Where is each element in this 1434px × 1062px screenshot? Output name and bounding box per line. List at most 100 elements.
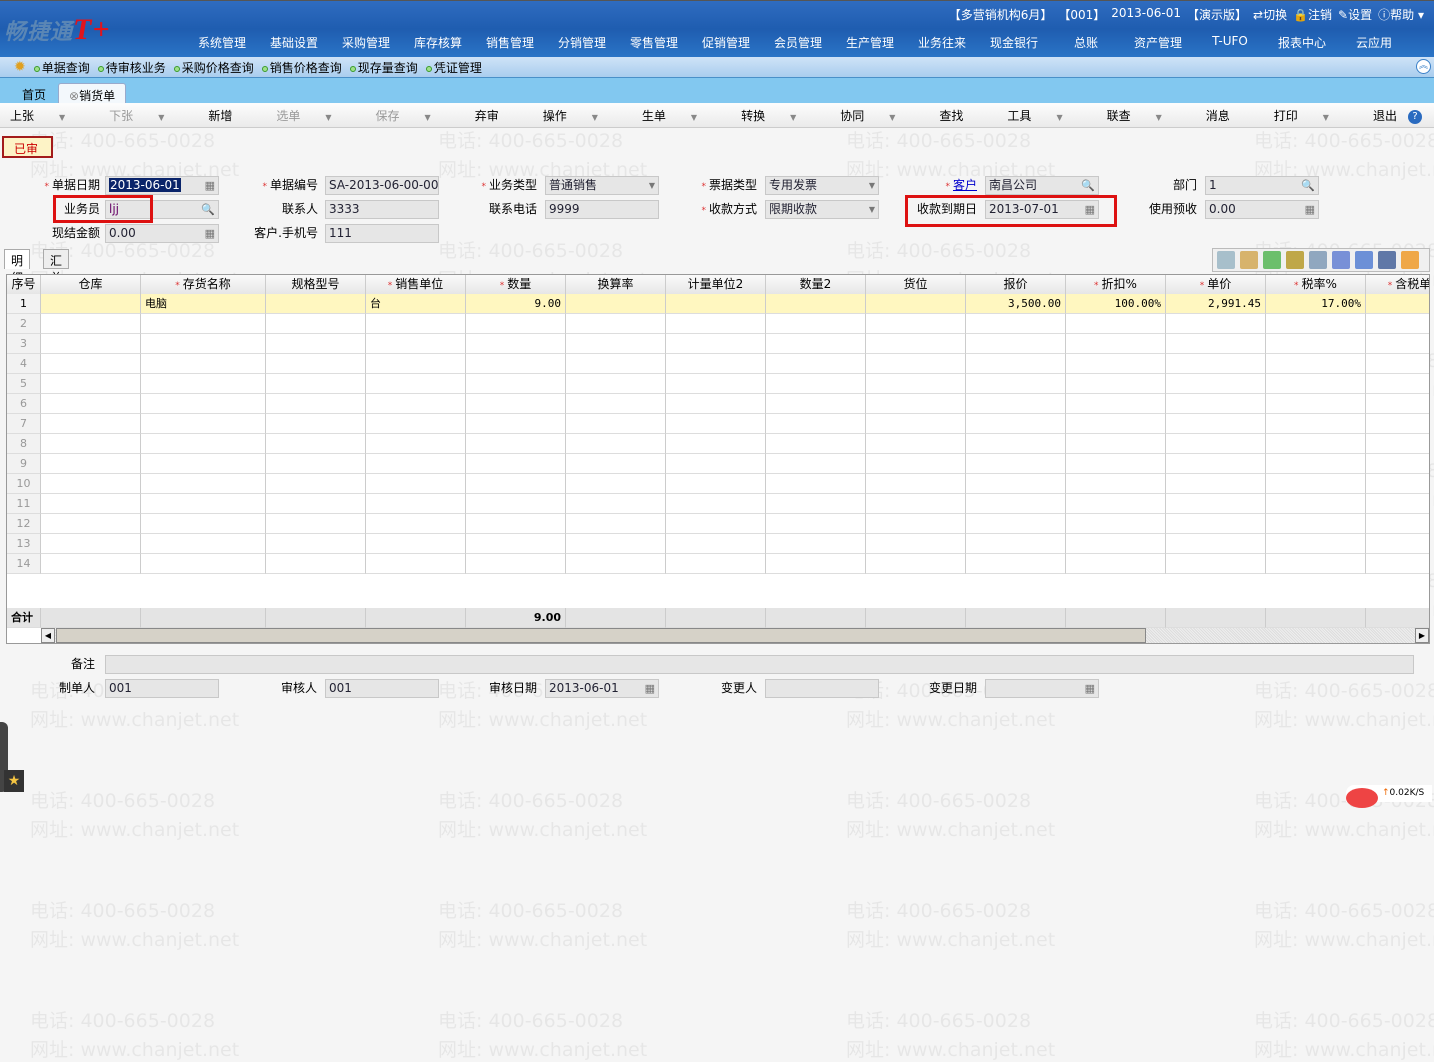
- table-cell[interactable]: [1066, 354, 1166, 374]
- scroll-right-icon[interactable]: ▶: [1415, 628, 1429, 643]
- table-cell[interactable]: [41, 554, 141, 574]
- table-cell[interactable]: [1066, 554, 1166, 574]
- table-cell[interactable]: [141, 334, 266, 354]
- table-cell[interactable]: [1366, 494, 1429, 514]
- table-cell[interactable]: [1066, 374, 1166, 394]
- table-cell[interactable]: [1166, 534, 1266, 554]
- nav-item-2[interactable]: 采购管理: [330, 34, 402, 51]
- table-cell[interactable]: [766, 534, 866, 554]
- table-cell[interactable]: [666, 334, 766, 354]
- tab-home[interactable]: 首页: [12, 83, 56, 104]
- table-cell[interactable]: [366, 314, 466, 334]
- table-cell[interactable]: [366, 334, 466, 354]
- table-cell[interactable]: [666, 414, 766, 434]
- table-cell[interactable]: [766, 314, 866, 334]
- table-cell[interactable]: [766, 394, 866, 414]
- table-cell[interactable]: [366, 494, 466, 514]
- table-cell[interactable]: [866, 434, 966, 454]
- table-cell[interactable]: [1366, 314, 1429, 334]
- table-cell[interactable]: [1266, 354, 1366, 374]
- nav-item-8[interactable]: 会员管理: [762, 34, 834, 51]
- toolbar-button-14[interactable]: 打印 ▼: [1274, 107, 1351, 124]
- table-cell[interactable]: [266, 534, 366, 554]
- table-cell[interactable]: [266, 554, 366, 574]
- table-cell[interactable]: [1266, 334, 1366, 354]
- table-cell[interactable]: [266, 374, 366, 394]
- table-cell[interactable]: [366, 534, 466, 554]
- table-cell[interactable]: [866, 514, 966, 534]
- table-cell[interactable]: [1066, 514, 1166, 534]
- star-icon[interactable]: ★: [4, 770, 24, 792]
- table-cell[interactable]: [966, 454, 1066, 474]
- table-cell[interactable]: [41, 394, 141, 414]
- table-cell[interactable]: [41, 494, 141, 514]
- table-cell[interactable]: [966, 434, 1066, 454]
- table-cell[interactable]: [1266, 414, 1366, 434]
- table-cell[interactable]: [866, 414, 966, 434]
- nav-item-11[interactable]: 现金银行: [978, 34, 1050, 51]
- table-cell[interactable]: [966, 334, 1066, 354]
- horizontal-scrollbar[interactable]: ◀ ▶: [41, 628, 1429, 643]
- table-cell[interactable]: [366, 374, 466, 394]
- table-cell[interactable]: [466, 334, 566, 354]
- nav-item-5[interactable]: 分销管理: [546, 34, 618, 51]
- table-cell[interactable]: [1266, 474, 1366, 494]
- dept-field[interactable]: 1 🔍: [1205, 176, 1319, 195]
- toolbar-button-12[interactable]: 联查 ▼: [1107, 107, 1184, 124]
- quick-link[interactable]: 凭证管理: [425, 59, 482, 76]
- table-cell[interactable]: [141, 534, 266, 554]
- toolbar-button-4[interactable]: 保存 ▼: [376, 107, 453, 124]
- search-icon[interactable]: 🔍: [1301, 177, 1315, 194]
- table-cell[interactable]: [566, 334, 666, 354]
- column-header[interactable]: 换算率: [566, 275, 666, 295]
- table-cell[interactable]: [1366, 534, 1429, 554]
- nav-item-15[interactable]: 报表中心: [1266, 34, 1338, 51]
- table-cell[interactable]: [41, 534, 141, 554]
- edit-icon[interactable]: [1401, 251, 1419, 269]
- table-cell[interactable]: [866, 554, 966, 574]
- tab-detail[interactable]: 明细: [4, 249, 31, 285]
- table-cell[interactable]: [866, 474, 966, 494]
- table-cell[interactable]: [966, 474, 1066, 494]
- table-cell[interactable]: [566, 374, 666, 394]
- save-icon[interactable]: [1378, 251, 1396, 269]
- table-cell[interactable]: [1266, 434, 1366, 454]
- table-cell[interactable]: [966, 494, 1066, 514]
- table-cell[interactable]: [41, 294, 141, 314]
- paste-icon[interactable]: [1240, 251, 1258, 269]
- customer-label[interactable]: * 客户: [877, 176, 977, 195]
- toolbar-button-1[interactable]: 下张 ▼: [109, 107, 186, 124]
- table-cell[interactable]: [766, 494, 866, 514]
- table-cell[interactable]: [41, 374, 141, 394]
- table-cell[interactable]: [1066, 534, 1166, 554]
- table-cell[interactable]: [466, 554, 566, 574]
- settings-button[interactable]: ✎设置: [1338, 6, 1372, 23]
- table-cell[interactable]: [466, 394, 566, 414]
- table-cell[interactable]: [41, 354, 141, 374]
- quick-link[interactable]: 采购价格查询: [173, 59, 254, 76]
- table-cell[interactable]: [766, 554, 866, 574]
- code-field[interactable]: SA-2013-06-00-00...: [325, 176, 439, 195]
- table-cell[interactable]: [1166, 514, 1266, 534]
- table-cell[interactable]: [366, 514, 466, 534]
- table-cell[interactable]: [666, 514, 766, 534]
- nav-item-1[interactable]: 基础设置: [258, 34, 330, 51]
- table-cell[interactable]: [1266, 314, 1366, 334]
- table-cell[interactable]: [866, 294, 966, 314]
- table-cell[interactable]: [766, 374, 866, 394]
- table-cell[interactable]: [766, 474, 866, 494]
- table-cell[interactable]: [566, 534, 666, 554]
- toolbar-button-6[interactable]: 操作 ▼: [543, 107, 620, 124]
- table-cell[interactable]: [466, 514, 566, 534]
- nav-item-12[interactable]: 总账: [1050, 34, 1122, 51]
- table-cell[interactable]: 3,5: [1366, 294, 1429, 314]
- customer-field[interactable]: 南昌公司 🔍: [985, 176, 1099, 195]
- table-cell[interactable]: [566, 494, 666, 514]
- table-cell[interactable]: [966, 534, 1066, 554]
- toolbar-button-5[interactable]: 弃审: [475, 107, 521, 124]
- table-cell[interactable]: [1066, 314, 1166, 334]
- scrollbar-thumb[interactable]: [56, 628, 1146, 643]
- search-icon[interactable]: 🔍: [201, 201, 215, 218]
- table-cell[interactable]: [766, 434, 866, 454]
- table-cell[interactable]: [1066, 474, 1166, 494]
